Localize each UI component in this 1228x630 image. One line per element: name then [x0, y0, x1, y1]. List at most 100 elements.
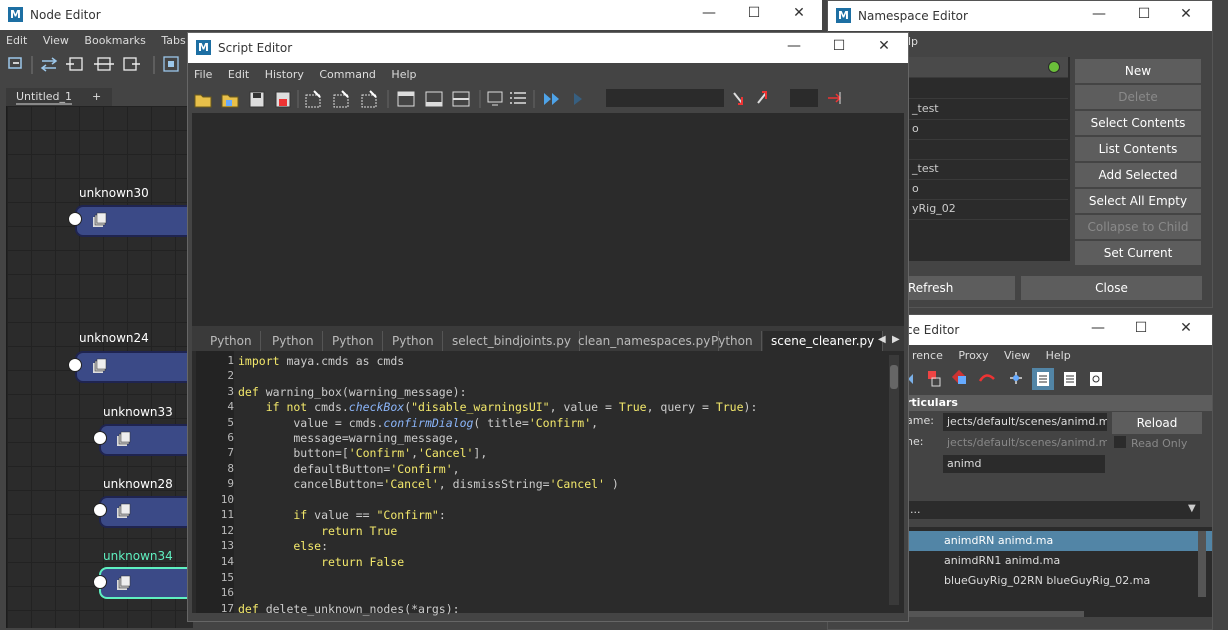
tab-untitled-1[interactable]: Untitled_1	[16, 90, 73, 105]
maximize-button[interactable]: ☐	[732, 0, 776, 28]
list-item[interactable]: _test	[908, 159, 1068, 180]
execute-icon[interactable]	[574, 93, 582, 105]
minimize-button[interactable]: —	[1077, 1, 1121, 29]
node-input-port[interactable]	[68, 358, 82, 372]
input-connections-icon[interactable]	[66, 57, 83, 71]
tab-python-4[interactable]: Python	[384, 331, 443, 351]
set-current-button[interactable]: Set Current	[1075, 241, 1201, 265]
command-search-field[interactable]	[606, 89, 724, 107]
search-down-icon[interactable]	[733, 92, 743, 105]
menu-proxy[interactable]: Proxy	[952, 345, 994, 367]
show-both-icon[interactable]	[452, 91, 470, 107]
maximize-button[interactable]: ☐	[1122, 1, 1166, 29]
tab-clean-namespaces[interactable]: clean_namespaces.py	[570, 331, 720, 351]
frame-selection-icon[interactable]	[163, 56, 179, 72]
chevron-down-icon[interactable]: ▼	[1188, 503, 1196, 514]
reference-info-icon[interactable]	[1090, 372, 1102, 386]
swap-icon[interactable]	[40, 57, 58, 72]
menu-view[interactable]: View	[998, 345, 1036, 367]
list-item[interactable]: yRig_02	[908, 199, 1068, 220]
goto-line-field[interactable]	[790, 89, 818, 107]
history-output-pane[interactable]	[192, 113, 904, 326]
tab-python-5[interactable]: Python	[703, 331, 762, 351]
show-history-icon[interactable]	[397, 91, 415, 107]
minimize-button[interactable]: —	[1076, 315, 1120, 343]
execute-all-icon[interactable]	[544, 93, 559, 105]
save-as-icon[interactable]	[275, 91, 291, 108]
reference-list-view-icon[interactable]	[1032, 368, 1054, 390]
minimize-button[interactable]: —	[687, 0, 731, 28]
close-button[interactable]: ✕	[1164, 1, 1208, 29]
menu-help[interactable]: Help	[385, 64, 422, 86]
collapse-to-child-button[interactable]: Collapse to Child	[1075, 215, 1201, 239]
new-button[interactable]: New	[1075, 59, 1201, 83]
list-item[interactable]	[908, 139, 1068, 160]
reference-load-icon[interactable]	[951, 369, 967, 385]
reference-row[interactable]: blueGuyRig_02RN blueGuyRig_02.ma	[908, 571, 1212, 591]
node-body[interactable]	[99, 424, 197, 456]
menu-bookmarks[interactable]: Bookmarks	[78, 30, 151, 52]
maximize-button[interactable]: ☐	[817, 33, 861, 61]
reference-table-icon[interactable]	[1064, 372, 1076, 386]
close-window-button[interactable]: Close	[1021, 276, 1202, 300]
list-item[interactable]: o	[908, 179, 1068, 200]
node-graph-canvas[interactable]: unknown30 unknown24 unknown33 unknown28	[6, 106, 197, 628]
search-up-icon[interactable]	[757, 91, 767, 104]
menu-edit[interactable]: Edit	[0, 30, 33, 52]
io-connections-icon[interactable]	[94, 57, 114, 71]
horizontal-scrollbar[interactable]	[908, 611, 1084, 617]
clear-history-icon[interactable]	[361, 90, 377, 108]
code-editor[interactable]: 1 2 3 4 5 6 7 8 9 10 11 12 13 14 15 16 1…	[192, 351, 904, 616]
show-input-icon[interactable]	[425, 91, 443, 107]
select-contents-button[interactable]: Select Contents	[1075, 111, 1201, 135]
tab-scene-cleaner[interactable]: scene_cleaner.py	[763, 331, 884, 351]
node-input-port[interactable]	[93, 431, 107, 445]
select-all-empty-button[interactable]: Select All Empty	[1075, 189, 1201, 213]
save-script-icon[interactable]	[249, 91, 265, 108]
menu-view[interactable]: View	[37, 30, 75, 52]
reference-move-icon[interactable]	[1010, 372, 1022, 384]
reference-reload-icon[interactable]	[978, 374, 995, 382]
list-item[interactable]	[908, 57, 1068, 78]
minimize-button[interactable]: —	[772, 33, 816, 61]
show-line-numbers-icon[interactable]	[333, 90, 349, 108]
file-particulars-section[interactable]: rticulars	[906, 395, 1212, 411]
list-contents-button[interactable]: List Contents	[1075, 137, 1201, 161]
goto-line-icon[interactable]	[828, 92, 842, 104]
code-vertical-scrollbar[interactable]	[889, 355, 899, 605]
reference-row[interactable]: animdRN1 animd.ma	[908, 551, 1212, 571]
menu-file[interactable]: File	[188, 64, 218, 86]
open-script-icon[interactable]	[194, 94, 212, 108]
list-item[interactable]: o	[908, 119, 1068, 140]
reference-node-icon[interactable]	[928, 371, 941, 387]
close-button[interactable]: ✕	[862, 33, 906, 61]
graph-input-icon[interactable]	[8, 57, 22, 69]
scrollbar-thumb[interactable]	[890, 365, 898, 389]
add-tab-button[interactable]: +	[92, 90, 101, 103]
menu-history[interactable]: History	[259, 64, 310, 86]
tab-search-icon[interactable]	[487, 91, 503, 106]
tab-python-2[interactable]: Python	[264, 331, 323, 351]
list-item[interactable]: _test	[908, 99, 1068, 120]
source-script-icon[interactable]	[221, 94, 239, 108]
reference-filter-dropdown[interactable]: ...	[906, 501, 1200, 519]
menu-reference[interactable]: rence	[906, 345, 949, 367]
file-name-field[interactable]: jects/default/scenes/animd.ma	[943, 413, 1107, 431]
echo-commands-icon[interactable]	[305, 90, 321, 108]
maximize-button[interactable]: ☐	[1119, 315, 1163, 343]
vertical-scrollbar[interactable]	[1198, 531, 1206, 597]
node-body[interactable]	[99, 496, 197, 528]
node-input-port[interactable]	[93, 503, 107, 517]
delete-button[interactable]: Delete	[1075, 85, 1201, 109]
tab-python-3[interactable]: Python	[324, 331, 383, 351]
close-button[interactable]: ✕	[777, 0, 821, 28]
reload-button[interactable]: Reload	[1112, 412, 1202, 434]
menu-help-partial[interactable]: lp	[908, 35, 918, 48]
node-input-port[interactable]	[93, 575, 107, 589]
menu-help[interactable]: Help	[1040, 345, 1077, 367]
tab-select-bindjoints[interactable]: select_bindjoints.py	[444, 331, 580, 351]
list-item[interactable]	[908, 78, 1068, 99]
node-input-port[interactable]	[68, 212, 82, 226]
list-icon[interactable]	[510, 92, 526, 104]
read-only-checkbox[interactable]	[1114, 436, 1126, 448]
